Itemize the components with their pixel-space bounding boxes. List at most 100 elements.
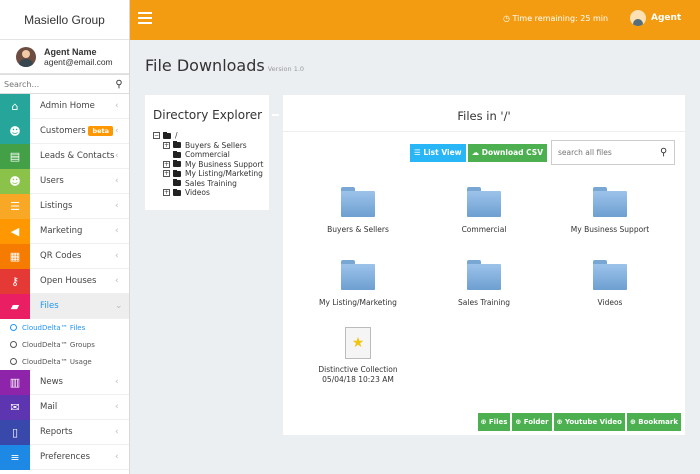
menu-toggle-icon[interactable]: [138, 12, 152, 27]
tree-item-label: Sales Training: [185, 178, 237, 188]
clock-icon: ◷: [503, 14, 510, 23]
qr-icon: ▦: [0, 243, 30, 269]
tree-item[interactable]: + Videos: [153, 188, 269, 198]
add-youtube-video-button[interactable]: ⊕ Youtube Video: [553, 413, 625, 431]
expand-node-icon[interactable]: +: [163, 189, 170, 197]
sidebar-subitem[interactable]: CloudDelta™ Files: [0, 319, 129, 336]
folder-icon: [593, 187, 627, 217]
sidebar-item-news[interactable]: ▥ News ‹: [0, 369, 129, 395]
folder-item[interactable]: Commercial: [419, 187, 549, 234]
sidebar-item-users[interactable]: ☻ Users ‹: [0, 168, 129, 194]
chevron-down-icon: ⌄: [115, 301, 123, 311]
sidebar-item-label: Listings: [40, 201, 73, 211]
file-search: ⚲: [551, 140, 675, 165]
expand-node-icon[interactable]: +: [163, 141, 170, 149]
add-files-button[interactable]: ⊕ Files: [477, 413, 511, 431]
folder-name: Sales Training: [458, 298, 510, 307]
tree-item-label: Videos: [185, 188, 210, 197]
tree-item[interactable]: Commercial: [153, 150, 269, 160]
sidebar-item-qr-codes[interactable]: ▦ QR Codes ‹: [0, 243, 129, 269]
sidebar-item-label: Preferences: [40, 452, 90, 462]
sidebar-item-label: Reports: [40, 427, 73, 437]
circle-icon: [10, 358, 17, 365]
folder-name: Buyers & Sellers: [327, 225, 389, 234]
avatar: [16, 46, 36, 67]
folder-name: Videos: [597, 298, 623, 307]
sidebar-item-open-houses[interactable]: ⚷ Open Houses ‹: [0, 268, 129, 294]
sidebar-item-listings[interactable]: ☰ Listings ‹: [0, 193, 129, 219]
folder-item[interactable]: My Business Support: [545, 187, 675, 234]
download-csv-button[interactable]: ☁ Download CSV: [467, 143, 547, 162]
agent-menu[interactable]: Agent: [630, 10, 681, 26]
chevron-left-icon: ‹: [115, 201, 119, 211]
folder-icon: [341, 187, 375, 217]
folder-item[interactable]: Videos: [545, 260, 675, 307]
sidebar-subitem-label: CloudDelta™ Groups: [22, 340, 95, 349]
chevron-left-icon: ‹: [115, 377, 119, 387]
users-icon: ☻: [0, 118, 30, 144]
collapse-node-icon[interactable]: −: [153, 132, 160, 140]
files-panel: Files in '/' ☰ List View ☁ Download CSV …: [283, 95, 685, 435]
sidebar-item-leads-contacts[interactable]: ▤ Leads & Contacts ‹: [0, 143, 129, 169]
newspaper-icon: ▥: [0, 369, 30, 395]
sidebar-item-label: Open Houses: [40, 276, 97, 286]
folder-icon: [173, 179, 181, 187]
mail-icon: ✉: [0, 394, 30, 420]
user-profile[interactable]: Agent Name agent@email.com: [0, 40, 129, 74]
folder-item[interactable]: My Listing/Marketing: [293, 260, 423, 307]
chevron-left-icon: ‹: [115, 402, 119, 412]
tree-item[interactable]: Sales Training: [153, 179, 269, 189]
chevron-left-icon: ‹: [115, 452, 119, 462]
chevron-left-icon: ‹: [115, 276, 119, 286]
action-label: Folder: [523, 418, 549, 426]
chevron-left-icon: ‹: [115, 151, 119, 161]
sidebar-search-input[interactable]: [0, 75, 110, 93]
action-label: Files: [488, 418, 508, 426]
sidebar-item-admin-home[interactable]: ⌂ Admin Home ‹: [0, 93, 129, 119]
expand-node-icon[interactable]: +: [163, 170, 170, 178]
sidebar-item-reports[interactable]: ▯ Reports ‹: [0, 419, 129, 445]
file-item[interactable]: ★ Distinctive Collection 05/04/18 10:23 …: [293, 327, 423, 385]
tree-root[interactable]: − /: [153, 131, 269, 141]
tree-item[interactable]: + My Business Support: [153, 160, 269, 170]
directory-explorer-panel: Directory Explorer − / + Buyers & Sellers…: [145, 95, 280, 210]
sidebar-item-label: Admin Home: [40, 101, 95, 111]
sidebar-item-marketing[interactable]: ◀ Marketing ‹: [0, 218, 129, 244]
sidebar-subitem[interactable]: CloudDelta™ Usage: [0, 353, 129, 370]
sidebar-subitem[interactable]: CloudDelta™ Groups: [0, 336, 129, 353]
session-timer-text: Time remaining: 25 min: [512, 14, 609, 23]
action-label: Youtube Video: [564, 418, 622, 426]
list-icon: ☰: [0, 193, 30, 219]
chevron-left-icon: ‹: [115, 126, 119, 136]
plus-circle-icon: ⊕: [480, 418, 489, 426]
tree-item[interactable]: + My Listing/Marketing: [153, 169, 269, 179]
folder-icon: [173, 188, 181, 196]
action-label: Bookmark: [638, 418, 678, 426]
search-icon[interactable]: ⚲: [110, 79, 128, 90]
chevron-left-icon: ‹: [115, 176, 119, 186]
sidebar-item-mail[interactable]: ✉ Mail ‹: [0, 394, 129, 420]
page-title-text: File Downloads: [145, 56, 265, 75]
sidebar-item-files[interactable]: ▰ Files ⌄: [0, 293, 129, 319]
document-icon: ▯: [0, 419, 30, 445]
sidebar-item-label: Leads & Contacts: [40, 151, 115, 161]
folder-item[interactable]: Buyers & Sellers: [293, 187, 423, 234]
add-bookmark-button[interactable]: ⊕ Bookmark: [626, 413, 681, 431]
search-icon[interactable]: ⚲: [660, 147, 674, 158]
folder-item[interactable]: Sales Training: [419, 260, 549, 307]
folder-name: Commercial: [461, 225, 507, 234]
tree-item-label: Commercial: [185, 150, 230, 159]
expand-node-icon[interactable]: +: [163, 160, 170, 168]
sidebar-item-preferences[interactable]: ≡ Preferences ‹: [0, 444, 129, 470]
tree-item[interactable]: + Buyers & Sellers: [153, 141, 269, 151]
folder-name: My Listing/Marketing: [319, 298, 397, 307]
tree-item-label: Buyers & Sellers: [185, 140, 247, 150]
add-folder-button[interactable]: ⊕ Folder: [512, 413, 552, 431]
directory-explorer-title: Directory Explorer: [153, 108, 263, 122]
list-view-button[interactable]: ☰ List View: [409, 143, 466, 162]
sidebar-item-customers[interactable]: ☻ Customers beta ‹: [0, 118, 129, 144]
file-search-input[interactable]: [552, 148, 660, 157]
sidebar-item-label: Files: [40, 301, 59, 311]
megaphone-icon: ◀: [0, 218, 30, 244]
folder-icon: [173, 169, 181, 177]
